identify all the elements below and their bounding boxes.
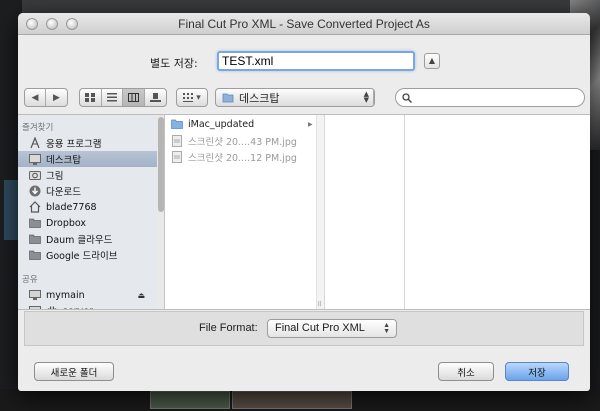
save-dialog: Final Cut Pro XML - Save Converted Proje… — [18, 13, 590, 391]
sidebar-item-dropbox[interactable]: Dropbox — [18, 215, 157, 231]
file-browser: 즐겨찾기 응용 프로그램 데스크탑 그림 다운로드 blade7768 Drop… — [18, 114, 590, 310]
cancel-label: 취소 — [457, 367, 475, 379]
sidebar-item-label: 데스크탑 — [46, 155, 81, 166]
icon-view-button[interactable] — [80, 89, 102, 106]
collapse-dialog-button[interactable]: ▲ — [424, 53, 440, 69]
computer-icon — [29, 289, 41, 300]
coverflow-view-button[interactable] — [145, 89, 166, 106]
location-label: 데스크탑 — [239, 91, 280, 105]
sidebar-item-label: blade7768 — [46, 201, 97, 213]
chevron-down-icon: ▾ — [196, 92, 201, 103]
sidebar-item-label: 다운로드 — [46, 187, 81, 198]
list-view-icon — [106, 93, 117, 102]
downloads-icon — [29, 185, 41, 197]
search-icon — [402, 92, 412, 103]
sidebar-item-applications[interactable]: 응용 프로그램 — [18, 135, 157, 151]
filename-input[interactable] — [217, 51, 415, 71]
cancel-button[interactable]: 취소 — [438, 362, 494, 381]
sidebar-item-label: db_server — [46, 306, 93, 310]
pictures-icon — [29, 171, 41, 180]
background-timeline — [0, 389, 600, 411]
sidebar-item-label: Daum 클라우드 — [46, 235, 113, 246]
file-name: 스크린샷 20....43 PM.jpg — [188, 136, 297, 148]
desktop-folder-icon — [222, 93, 234, 103]
sidebar-item-home[interactable]: blade7768 — [18, 199, 157, 215]
title-bar: Final Cut Pro XML - Save Converted Proje… — [18, 13, 590, 35]
file-name: 스크린샷 20....12 PM.jpg — [188, 152, 297, 164]
sidebar: 즐겨찾기 응용 프로그램 데스크탑 그림 다운로드 blade7768 Drop… — [18, 115, 165, 309]
sidebar-scrollbar[interactable] — [157, 115, 164, 309]
forward-button[interactable]: ▶ — [46, 89, 67, 106]
sidebar-item-label: mymain — [46, 289, 85, 301]
folder-icon — [29, 234, 41, 244]
eject-icon[interactable]: ⏏ — [137, 291, 145, 300]
sidebar-item-label: 응용 프로그램 — [46, 139, 102, 150]
folder-icon — [171, 119, 183, 129]
save-as-label: 별도 저장: — [150, 57, 198, 70]
file-format-label: File Format: — [199, 322, 258, 334]
sidebar-item-label: Dropbox — [46, 217, 87, 229]
sidebar-item-google-drive[interactable]: Google 드라이브 — [18, 247, 157, 263]
coverflow-view-icon — [149, 93, 161, 102]
applications-icon — [30, 137, 40, 149]
navigation-buttons: ◀ ▶ — [24, 88, 68, 107]
image-file-icon — [172, 150, 182, 163]
back-arrow-icon: ◀ — [31, 92, 39, 103]
popup-arrows-icon: ▲ ▼ — [383, 322, 390, 335]
search-field[interactable] — [395, 88, 585, 107]
timeline-clip — [232, 391, 352, 409]
save-button[interactable]: 저장 — [505, 362, 569, 381]
sidebar-item-label: Google 드라이브 — [46, 251, 118, 262]
desktop-icon — [29, 153, 41, 165]
image-file-icon — [172, 134, 182, 147]
sidebar-item-db-server[interactable]: db_server — [18, 303, 157, 309]
home-icon — [29, 201, 41, 213]
save-as-row: 별도 저장: ▲ — [18, 51, 590, 71]
chevron-right-icon: ▶ — [308, 121, 313, 128]
arrange-icon — [183, 93, 194, 102]
file-item-screenshot-2: 스크린샷 20....12 PM.jpg — [171, 149, 297, 164]
sidebar-header-favorites: 즐겨찾기 — [22, 123, 54, 133]
popup-arrows-icon: ▲ ▼ — [363, 90, 369, 104]
file-format-bar: File Format: Final Cut Pro XML ▲ ▼ — [24, 311, 584, 346]
folder-icon — [29, 218, 41, 228]
sidebar-item-pictures[interactable]: 그림 — [18, 167, 157, 183]
browser-column-empty — [325, 115, 405, 309]
chevron-up-icon: ▲ — [428, 56, 436, 65]
back-button[interactable]: ◀ — [25, 89, 47, 106]
file-name: iMac_updated — [188, 119, 255, 130]
browser-column: iMac_updated ▶ 스크린샷 20....43 PM.jpg 스크린샷… — [165, 115, 325, 309]
save-label: 저장 — [528, 367, 546, 379]
sidebar-item-downloads[interactable]: 다운로드 — [18, 183, 157, 199]
list-view-button[interactable] — [102, 89, 123, 106]
scrollbar-thumb[interactable] — [158, 117, 164, 212]
computer-icon — [29, 305, 41, 309]
file-item-screenshot-1: 스크린샷 20....43 PM.jpg — [171, 133, 297, 148]
file-item-imac-updated[interactable]: iMac_updated — [171, 117, 254, 132]
new-folder-button[interactable]: 새로운 폴더 — [34, 362, 114, 381]
browser-toolbar: ◀ ▶ ▾ 데스크탑 ▲ ▼ — [24, 88, 585, 108]
folder-icon — [29, 250, 41, 260]
column-view-icon — [127, 93, 139, 102]
icon-view-icon — [85, 93, 96, 102]
location-popup[interactable]: 데스크탑 ▲ ▼ — [215, 88, 375, 107]
window-title: Final Cut Pro XML - Save Converted Proje… — [178, 17, 430, 31]
column-scrollbar[interactable]: || — [316, 115, 324, 309]
sidebar-header-shared: 공유 — [22, 275, 38, 285]
forward-arrow-icon: ▶ — [53, 92, 60, 103]
background-track-marker — [4, 180, 18, 240]
sidebar-item-mymain[interactable]: mymain ⏏ — [18, 287, 157, 303]
sidebar-item-daum-cloud[interactable]: Daum 클라우드 — [18, 231, 157, 247]
arrange-menu-button[interactable]: ▾ — [176, 88, 208, 107]
view-mode-selector — [79, 88, 167, 107]
sidebar-item-label: 그림 — [46, 171, 64, 182]
sidebar-item-desktop[interactable]: 데스크탑 — [18, 151, 157, 167]
file-format-select[interactable]: Final Cut Pro XML ▲ ▼ — [267, 319, 397, 338]
file-format-value: Final Cut Pro XML — [275, 322, 365, 334]
new-folder-label: 새로운 폴더 — [50, 367, 98, 379]
column-view-button[interactable] — [123, 89, 145, 106]
timeline-clip — [150, 391, 230, 409]
resize-handle-icon: || — [318, 301, 322, 307]
